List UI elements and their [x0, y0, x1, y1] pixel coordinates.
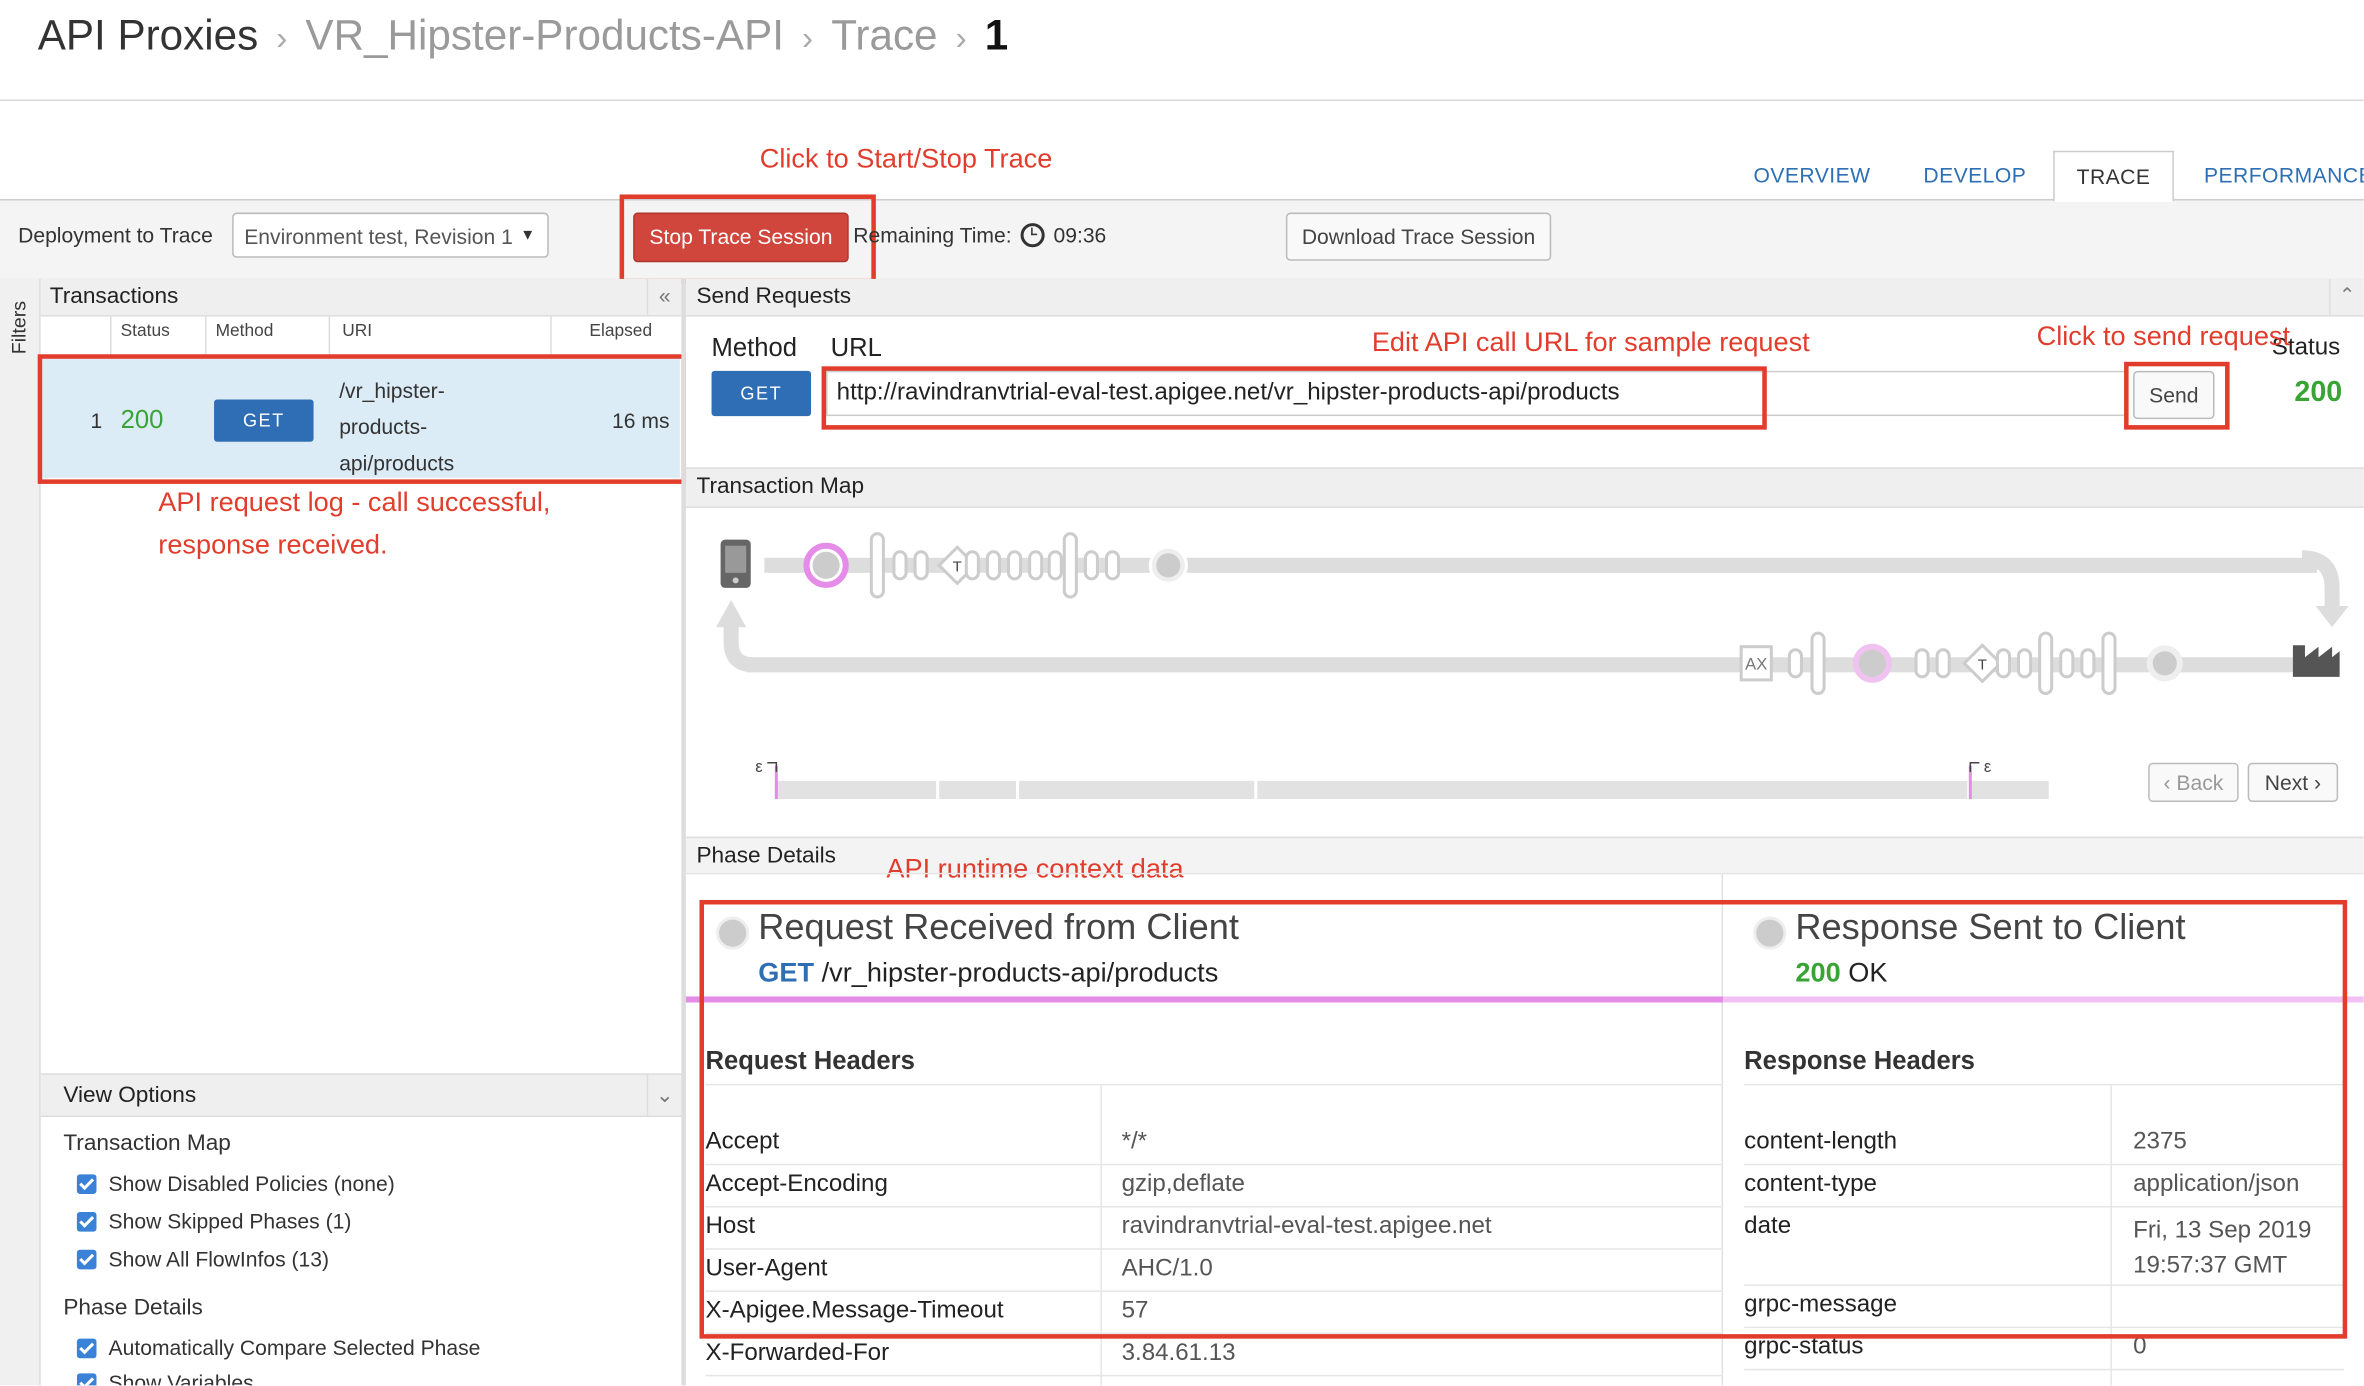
- remaining-value: 09:36: [1053, 223, 1107, 248]
- view-options-header: View Options ⌄: [40, 1073, 682, 1118]
- send-requests-header: Send Requests ⌃: [685, 278, 2364, 317]
- filters-label: Filters: [7, 300, 31, 355]
- ax-label: AX: [1745, 654, 1767, 673]
- chevron-left-icon: ‹: [2163, 770, 2177, 795]
- option-show-disabled[interactable]: Show Disabled Policies (none): [76, 1171, 395, 1196]
- tab-overview[interactable]: OVERVIEW: [1734, 151, 1891, 199]
- remaining-label: Remaining Time:: [853, 223, 1012, 248]
- option-show-flowinfos[interactable]: Show All FlowInfos (13): [76, 1246, 330, 1271]
- client-device-icon: [720, 539, 751, 588]
- phase-details-title: Phase Details: [696, 842, 837, 869]
- send-requests-title: Send Requests: [696, 283, 852, 310]
- remaining-time: Remaining Time: 09:36: [853, 223, 1107, 248]
- response-status: 200: [2294, 376, 2343, 409]
- checkbox-checked-icon[interactable]: [76, 1249, 97, 1270]
- breadcrumb-item-proxy[interactable]: VR_Hipster-Products-API: [305, 12, 784, 59]
- breadcrumb-item-api-proxies[interactable]: API Proxies: [38, 12, 259, 59]
- method-label: Method: [711, 333, 798, 362]
- header-name: X-Forwarded-For: [705, 1340, 890, 1366]
- checkbox-checked-icon[interactable]: [76, 1373, 97, 1386]
- back-button[interactable]: ‹ Back: [2148, 762, 2239, 802]
- collapse-up-icon[interactable]: ⌃: [2329, 278, 2364, 316]
- option-show-skipped[interactable]: Show Skipped Phases (1): [76, 1209, 352, 1234]
- clock-icon: [1020, 223, 1045, 248]
- checkbox-checked-icon[interactable]: [76, 1338, 97, 1359]
- transaction-map-header: Transaction Map: [685, 467, 2364, 509]
- transaction-map-title: Transaction Map: [696, 473, 865, 499]
- annotation-edit-url: Edit API call URL for sample request: [1371, 327, 1810, 358]
- col-method[interactable]: Method: [216, 323, 274, 341]
- tab-performance[interactable]: PERFORMANCE: [2189, 151, 2364, 199]
- transaction-map-options-title: Transaction Map: [63, 1130, 231, 1157]
- annotation-log: API request log - call successful, respo…: [158, 481, 550, 565]
- option-compare-phase[interactable]: Automatically Compare Selected Phase: [76, 1335, 481, 1360]
- caret-down-icon: ▼: [520, 227, 536, 245]
- annotation-box-url: [821, 366, 1767, 430]
- option-show-variables[interactable]: Show Variables: [76, 1370, 254, 1386]
- phase-details-options-title: Phase Details: [63, 1294, 203, 1321]
- transaction-map: T AX T ε ε: [686, 507, 2364, 836]
- deployment-label: Deployment to Trace: [18, 223, 213, 248]
- deployment-select[interactable]: Environment test, Revision 1 ▼: [232, 212, 549, 258]
- next-button[interactable]: Next ›: [2247, 762, 2339, 802]
- annotation-box-log: [37, 354, 686, 484]
- annotation-start-stop: Click to Start/Stop Trace: [759, 143, 1053, 174]
- deployment-select-value: Environment test, Revision 1: [244, 224, 513, 249]
- tab-develop[interactable]: DEVELOP: [1902, 151, 2047, 199]
- chevron-right-icon: ›: [802, 19, 814, 58]
- col-uri[interactable]: URI: [342, 323, 372, 341]
- t-label: T: [1978, 656, 1987, 673]
- chevron-right-icon: ›: [2308, 770, 2322, 795]
- annotation-box-context: [699, 899, 2348, 1339]
- expand-down-icon[interactable]: ⌄: [646, 1074, 682, 1116]
- option-label: Show Variables: [108, 1370, 254, 1386]
- option-label: Show Skipped Phases (1): [108, 1209, 352, 1234]
- epsilon-label: ε: [755, 757, 763, 776]
- stop-trace-button[interactable]: Stop Trace Session: [633, 212, 849, 263]
- download-trace-button[interactable]: Download Trace Session: [1285, 212, 1552, 261]
- annotation-box-send: [2124, 361, 2230, 430]
- breadcrumb-current: 1: [984, 12, 1009, 59]
- arrow-down-icon: [2315, 606, 2349, 628]
- url-label: URL: [830, 333, 882, 362]
- transactions-title: Transactions: [49, 283, 179, 310]
- transaction-map-diagram: T AX T ε ε: [716, 532, 2349, 799]
- timeline-bar: [774, 780, 2049, 799]
- option-label: Show Disabled Policies (none): [108, 1171, 395, 1196]
- chevron-right-icon: ›: [955, 19, 967, 58]
- breadcrumb: API Proxies › VR_Hipster-Products-API › Trac…: [38, 12, 1009, 60]
- t-label: T: [953, 558, 962, 575]
- target-factory-icon: [2292, 645, 2340, 677]
- breadcrumb-item-trace[interactable]: Trace: [831, 12, 937, 59]
- checkbox-checked-icon[interactable]: [76, 1212, 97, 1232]
- annotation-log-line: API request log - call successful,: [158, 486, 551, 518]
- collapse-left-icon[interactable]: «: [646, 278, 682, 316]
- transactions-header: Transactions «: [40, 278, 682, 317]
- annotation-send: Click to send request: [2036, 321, 2291, 352]
- annotation-log-line: response received.: [158, 529, 388, 560]
- checkbox-checked-icon[interactable]: [76, 1174, 97, 1194]
- annotation-context: API runtime context data: [886, 853, 1184, 884]
- col-elapsed[interactable]: Elapsed: [589, 323, 652, 341]
- filters-sidebar[interactable]: Filters: [0, 278, 41, 1386]
- view-options-title: View Options: [63, 1082, 197, 1109]
- epsilon-label: ε: [1984, 757, 1992, 776]
- method-select[interactable]: GET: [711, 370, 812, 417]
- back-label: Back: [2176, 770, 2224, 795]
- header-row: X-Forwarded-For 3.84.61.13: [705, 1333, 1724, 1377]
- option-label: Show All FlowInfos (13): [108, 1246, 330, 1271]
- next-label: Next: [2264, 770, 2309, 795]
- option-label: Automatically Compare Selected Phase: [108, 1335, 481, 1360]
- arrow-up-icon: [716, 599, 747, 628]
- chevron-right-icon: ›: [276, 19, 288, 58]
- tab-trace[interactable]: TRACE: [2053, 150, 2174, 203]
- header-value: 3.84.61.13: [1121, 1340, 1236, 1366]
- header-divider: [0, 99, 2364, 102]
- col-status[interactable]: Status: [121, 323, 170, 341]
